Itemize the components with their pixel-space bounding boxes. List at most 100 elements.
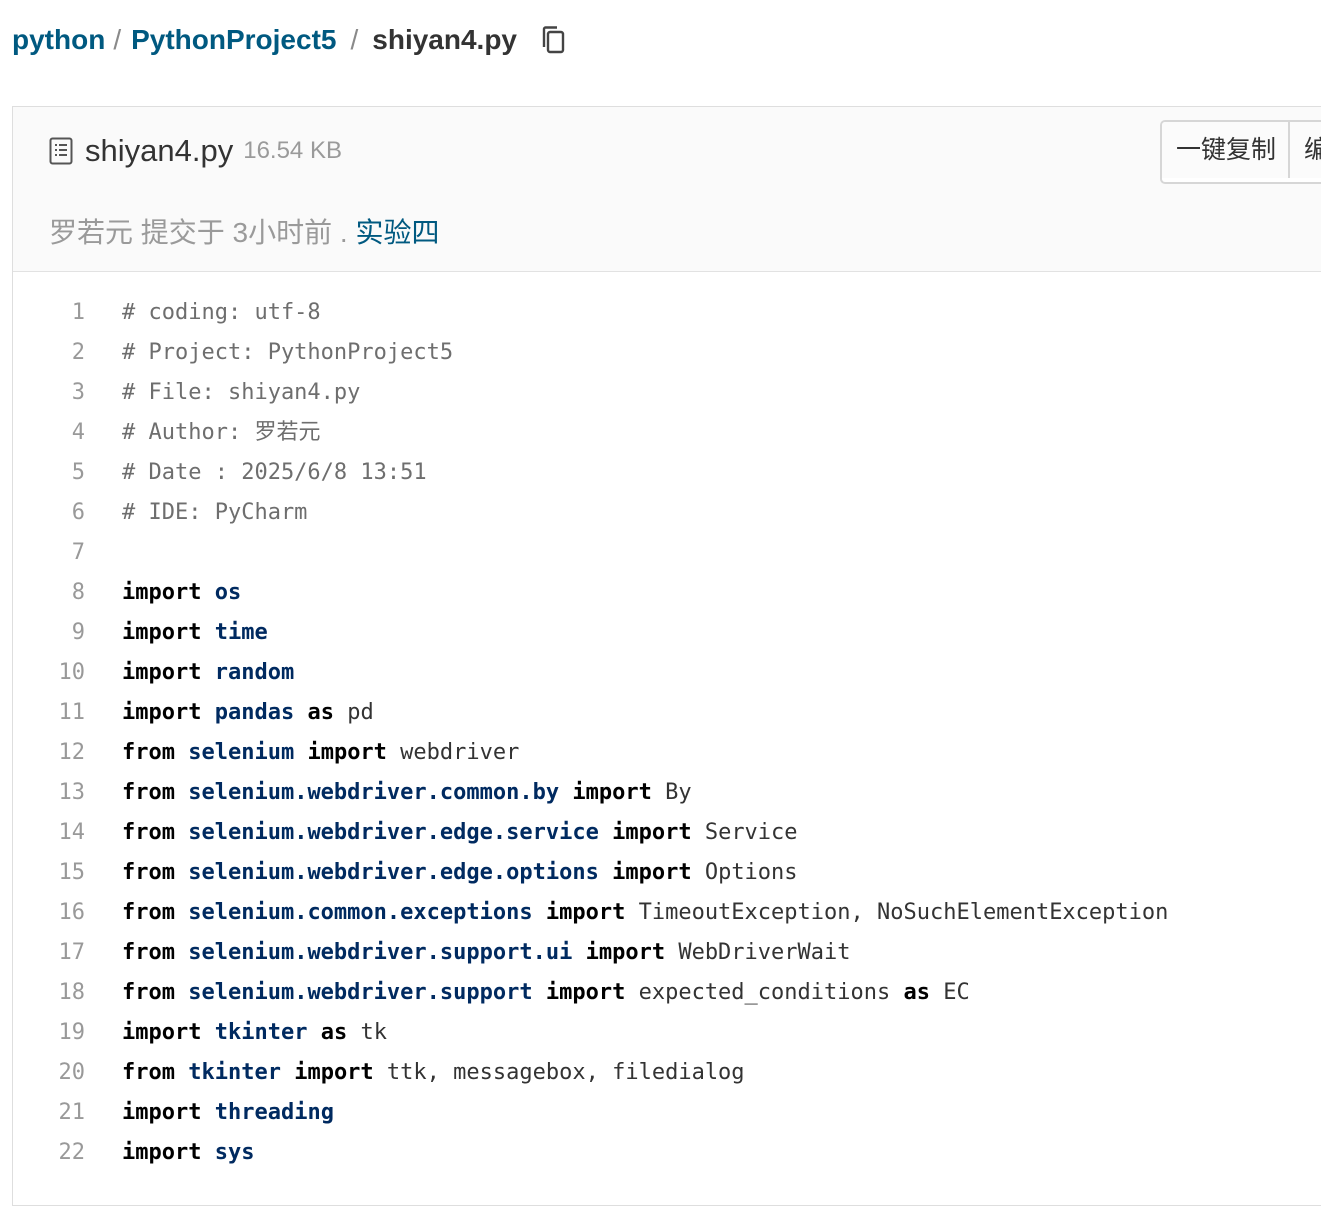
code-comment: # Date : 2025/6/8 13:51 bbox=[122, 460, 427, 485]
code-comment: # File: shiyan4.py bbox=[122, 380, 361, 405]
code-keyword: import bbox=[122, 700, 202, 725]
line-number[interactable]: 21 bbox=[13, 1093, 86, 1133]
code-line: 15 from selenium.webdriver.edge.options i… bbox=[13, 853, 1321, 893]
code-keyword: from bbox=[122, 820, 175, 845]
code-module: threading bbox=[214, 1100, 334, 1125]
line-number[interactable]: 20 bbox=[13, 1053, 86, 1093]
code-line: 7 bbox=[13, 533, 1321, 573]
line-number[interactable]: 14 bbox=[13, 813, 86, 853]
line-code: from selenium.webdriver.common.by import… bbox=[85, 773, 692, 813]
code-text: pd bbox=[333, 700, 374, 725]
line-number[interactable]: 13 bbox=[13, 773, 86, 813]
code-module: tkinter bbox=[188, 1060, 281, 1085]
line-number[interactable]: 16 bbox=[13, 893, 86, 933]
code-keyword: from bbox=[122, 940, 175, 965]
breadcrumb-item-python[interactable]: python bbox=[12, 24, 105, 56]
code-text: expected_conditions bbox=[625, 980, 904, 1005]
line-number[interactable]: 6 bbox=[13, 493, 85, 533]
line-number[interactable]: 1 bbox=[13, 293, 85, 333]
code-keyword: from bbox=[122, 740, 175, 765]
line-number[interactable]: 22 bbox=[13, 1133, 86, 1173]
code-comment: # Project: PythonProject5 bbox=[122, 340, 454, 365]
copy-all-button[interactable]: 一键复制 bbox=[1162, 122, 1289, 178]
line-code: from selenium.common.exceptions import T… bbox=[85, 893, 1168, 933]
code-line: 21 import threading bbox=[13, 1093, 1321, 1133]
line-number[interactable]: 15 bbox=[13, 853, 86, 893]
code-line: 11 import pandas as pd bbox=[13, 693, 1321, 733]
code-text: By bbox=[651, 780, 692, 805]
code-comment: # coding: utf-8 bbox=[122, 300, 321, 325]
code-line: 5 # Date : 2025/6/8 13:51 bbox=[13, 453, 1321, 493]
line-number[interactable]: 17 bbox=[13, 933, 86, 973]
code-text: webdriver bbox=[386, 740, 520, 765]
code-keyword: import bbox=[122, 1140, 202, 1165]
line-number[interactable]: 2 bbox=[13, 333, 85, 373]
code-line: 19 import tkinter as tk bbox=[13, 1013, 1321, 1053]
commit-message-link[interactable]: 实验四 bbox=[355, 217, 439, 248]
edit-button[interactable]: 编 bbox=[1288, 122, 1321, 178]
line-code: # IDE: PyCharm bbox=[85, 493, 307, 533]
line-number[interactable]: 9 bbox=[13, 613, 85, 653]
file-text-icon bbox=[49, 137, 73, 165]
code-keyword: as bbox=[903, 980, 931, 1005]
file-actions: 一键复制 编 bbox=[1160, 120, 1321, 184]
line-number[interactable]: 19 bbox=[13, 1013, 86, 1053]
code-line: 4 # Author: 罗若元 bbox=[13, 413, 1321, 453]
copy-icon[interactable] bbox=[541, 25, 567, 55]
line-number[interactable]: 18 bbox=[13, 973, 86, 1013]
code-module: random bbox=[214, 660, 295, 685]
code-module: selenium.webdriver.edge.service bbox=[188, 820, 599, 845]
line-number[interactable]: 10 bbox=[13, 653, 86, 693]
line-number[interactable]: 3 bbox=[13, 373, 85, 413]
commit-author-time: 罗若元 提交于 3小时前 . bbox=[49, 217, 356, 248]
line-code: import threading bbox=[85, 1093, 334, 1133]
code-line: 6 # IDE: PyCharm bbox=[13, 493, 1321, 533]
code-text: EC bbox=[930, 980, 970, 1005]
line-number[interactable]: 5 bbox=[13, 453, 85, 493]
code-keyword: import bbox=[585, 940, 666, 965]
line-code: from tkinter import ttk, messagebox, fil… bbox=[85, 1053, 745, 1093]
line-number[interactable]: 8 bbox=[13, 573, 85, 613]
line-code: from selenium.webdriver.edge.service imp… bbox=[85, 813, 798, 853]
code-keyword: import bbox=[122, 1100, 202, 1125]
code-line: 18 from selenium.webdriver.support import… bbox=[13, 973, 1321, 1013]
code-module: selenium.webdriver.common.by bbox=[188, 780, 560, 805]
line-number[interactable]: 7 bbox=[13, 533, 85, 573]
code-line: 3 # File: shiyan4.py bbox=[13, 373, 1321, 413]
code-module: tkinter bbox=[214, 1020, 308, 1045]
breadcrumb-separator: / bbox=[350, 24, 359, 55]
file-size: 16.54 KB bbox=[243, 137, 342, 164]
line-code: from selenium.webdriver.support import e… bbox=[85, 973, 970, 1013]
code-line: 22 import sys bbox=[13, 1133, 1321, 1173]
line-code: from selenium import webdriver bbox=[85, 733, 519, 773]
code-comment: # Author: 罗若元 bbox=[122, 420, 321, 445]
breadcrumb-item-current-file: shiyan4.py bbox=[372, 24, 517, 55]
line-number[interactable]: 11 bbox=[13, 693, 86, 733]
code-keyword: import bbox=[122, 1020, 202, 1045]
line-number[interactable]: 12 bbox=[13, 733, 86, 773]
code-keyword: import bbox=[545, 900, 626, 925]
file-name: shiyan4.py bbox=[85, 133, 234, 168]
file-title: shiyan4.py 16.54 KB bbox=[49, 133, 342, 169]
file-viewer: shiyan4.py 16.54 KB 一键复制 编 罗若元 提交于 3小时前 … bbox=[12, 106, 1321, 1206]
line-number[interactable]: 4 bbox=[13, 413, 85, 453]
code-keyword: as bbox=[320, 1020, 348, 1045]
breadcrumb-item-project[interactable]: PythonProject5 bbox=[131, 24, 336, 56]
